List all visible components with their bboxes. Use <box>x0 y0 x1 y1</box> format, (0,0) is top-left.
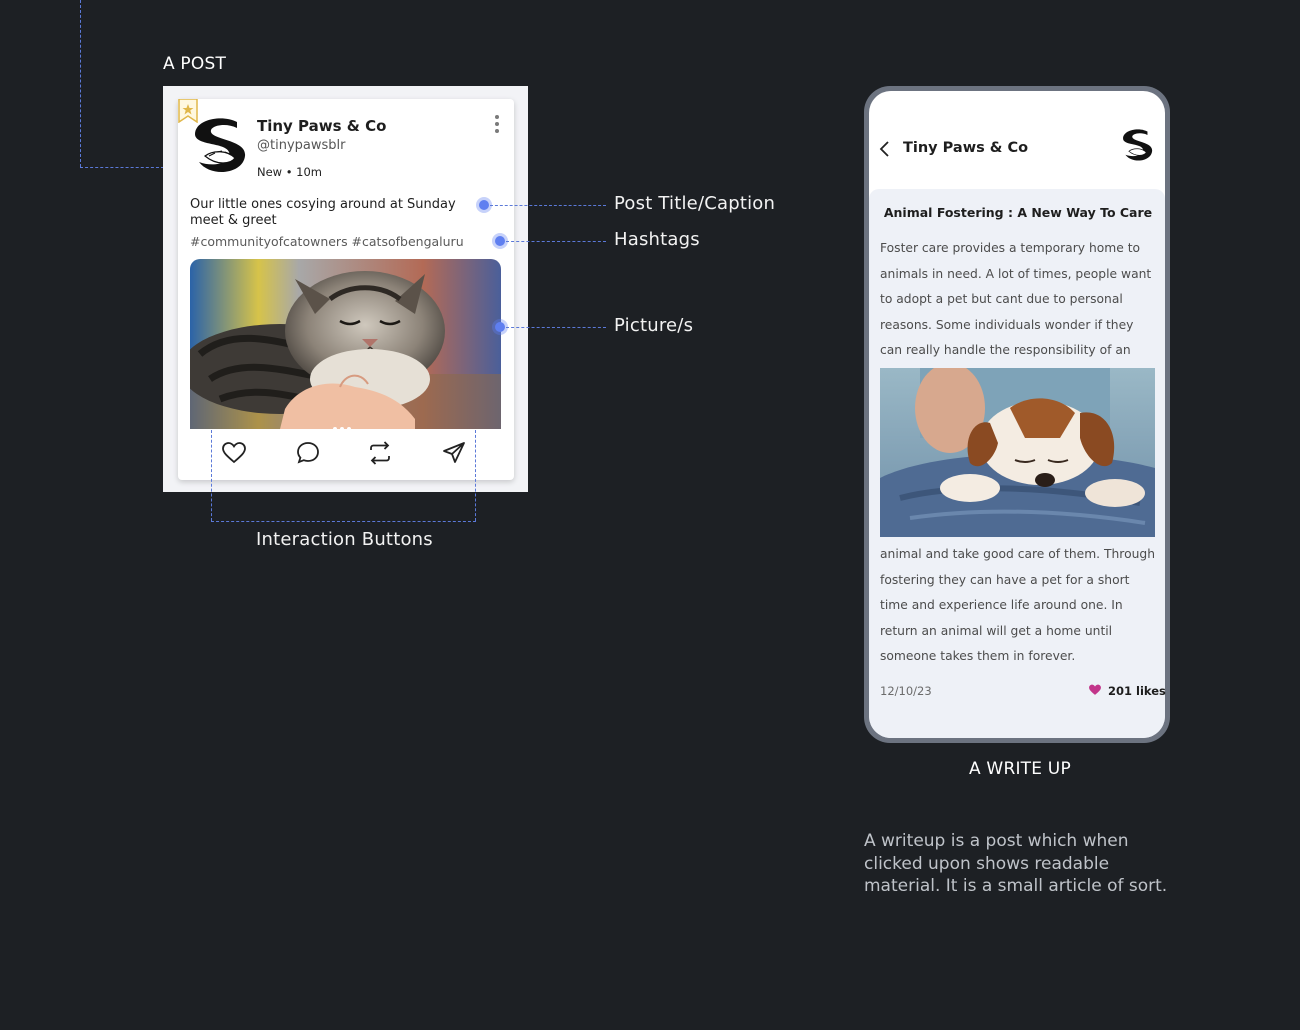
annotation-hashtags: Hashtags <box>614 229 700 250</box>
annotation-dot <box>479 200 489 210</box>
connector-line <box>506 241 606 242</box>
article-date: 12/10/23 <box>880 684 932 698</box>
post-timestamp: New • 10m <box>257 165 323 179</box>
connector-line <box>80 0 81 167</box>
section-title-post: A POST <box>163 54 227 74</box>
post-author-handle[interactable]: @tinypawsblr <box>257 138 345 153</box>
connector-line <box>506 327 606 328</box>
back-arrow-icon[interactable] <box>878 140 892 158</box>
annotation-interaction: Interaction Buttons <box>256 529 433 550</box>
post-caption: Our little ones cosying around at Sunday… <box>190 197 456 228</box>
annotation-dot <box>495 236 505 246</box>
heart-icon[interactable] <box>221 440 247 466</box>
article-paragraph-top: Foster care provides a temporary home to… <box>880 241 1152 357</box>
repost-icon[interactable] <box>367 440 393 466</box>
post-hashtags[interactable]: #communityofcatowners #catsofbengaluru <box>190 234 464 249</box>
connector-line <box>211 521 476 522</box>
connector-line <box>80 167 164 168</box>
writeup-description: A writeup is a post which when clicked u… <box>864 831 1168 896</box>
annotation-pictures: Picture/s <box>614 315 694 336</box>
connector-line <box>490 205 606 206</box>
puppy-photo-icon <box>880 368 1155 537</box>
article-picture[interactable] <box>880 368 1155 537</box>
like-count: 201 likes <box>1108 684 1166 698</box>
annotation-dot <box>495 322 505 332</box>
annotation-caption: Post Title/Caption <box>614 193 776 214</box>
like-heart-icon[interactable] <box>1088 683 1102 696</box>
writeup-header-title: Tiny Paws & Co <box>903 140 1029 156</box>
carousel-indicator[interactable] <box>333 416 354 435</box>
share-icon[interactable] <box>441 440 467 466</box>
section-title-writeup: A WRITE UP <box>969 759 1071 779</box>
connector-line <box>211 430 212 521</box>
article-paragraph-bottom: animal and take good care of them. Throu… <box>880 547 1156 663</box>
post-picture[interactable] <box>190 259 501 429</box>
comment-icon[interactable] <box>295 440 321 466</box>
article-title: Animal Fostering : A New Way To Care <box>883 205 1153 220</box>
cat-photo-icon <box>190 259 501 429</box>
connector-line <box>475 430 476 521</box>
brand-logo-icon <box>195 118 246 173</box>
more-options-icon[interactable] <box>492 115 502 137</box>
brand-logo-icon[interactable] <box>1119 128 1155 164</box>
post-author-name[interactable]: Tiny Paws & Co <box>257 117 386 135</box>
